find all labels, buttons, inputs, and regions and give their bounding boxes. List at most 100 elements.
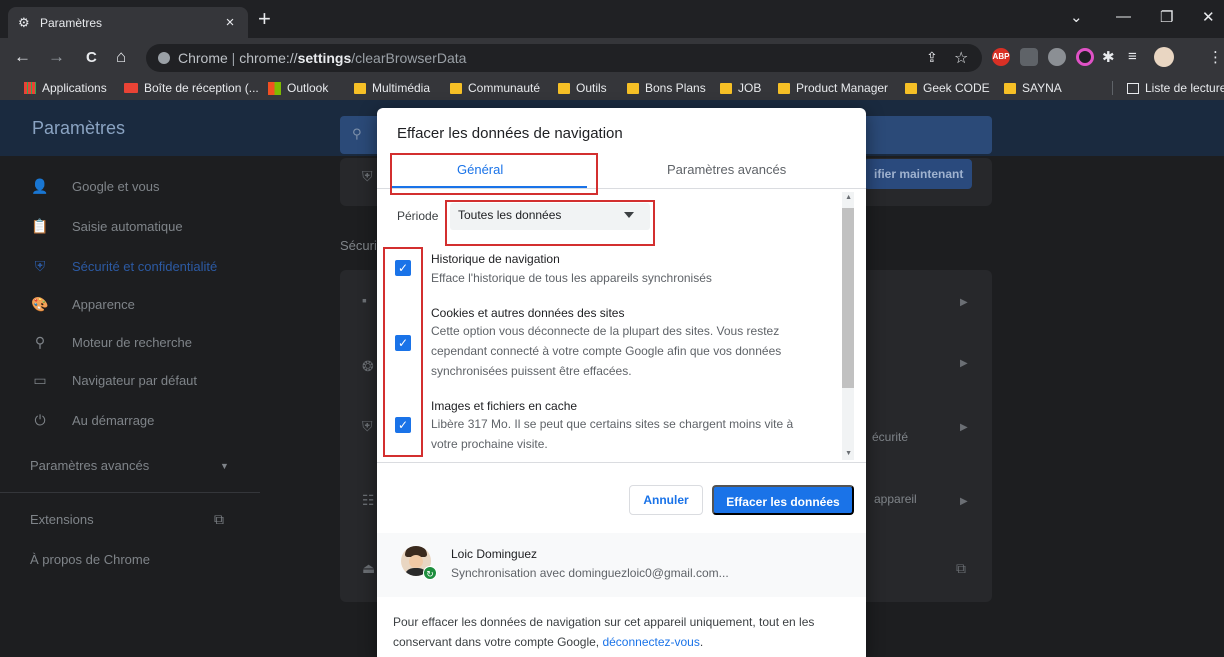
gear-icon: ⚙ (18, 14, 30, 30)
cookie-icon: ❂ (362, 358, 374, 374)
profile-avatar[interactable] (1154, 47, 1174, 67)
sidebar-item-default-browser[interactable]: ▭ Navigateur par défaut (30, 372, 197, 389)
bookmark-label: JOB (738, 81, 762, 95)
extensions-puzzle-icon[interactable]: ✱ (1102, 48, 1115, 66)
sidebar-item-about[interactable]: À propos de Chrome (30, 552, 150, 567)
forward-button[interactable]: → (48, 47, 65, 67)
sidebar-item-startup[interactable]: ⏻ Au démarrage (30, 412, 154, 429)
sliders-icon: ☷ (362, 492, 375, 508)
trash-icon: ▪ (362, 292, 367, 308)
sidebar-item-label: Extensions (30, 512, 94, 527)
cookies-checkbox[interactable]: ✓ (395, 335, 411, 351)
address-bar[interactable]: Chrome | chrome:// settings /clearBrowse… (146, 44, 982, 72)
bookmark-folder-product-manager[interactable]: Product Manager (778, 81, 888, 95)
sidebar-item-extensions[interactable]: Extensions ⧉ (30, 511, 230, 527)
sidebar-item-appearance[interactable]: 🎨 Apparence (30, 296, 135, 313)
cache-checkbox[interactable]: ✓ (395, 417, 411, 433)
bookmark-outlook[interactable]: Outlook (268, 81, 328, 95)
face-extension-icon[interactable] (1048, 48, 1066, 66)
sign-out-note: Pour effacer les données de navigation s… (393, 612, 848, 652)
highlight-frame-period (445, 200, 655, 246)
scroll-down-icon[interactable]: ▼ (845, 450, 852, 457)
sidebar-item-autofill[interactable]: 📋 Saisie automatique (30, 218, 182, 235)
sign-out-link[interactable]: déconnectez-vous (602, 635, 699, 649)
sidebar-item-google[interactable]: 👤 Google et vous (30, 178, 159, 195)
bookmark-label: Outils (576, 81, 607, 95)
new-tab-button[interactable]: + (258, 8, 271, 30)
bookmark-folder-outils[interactable]: Outils (558, 81, 607, 95)
tab-close-button[interactable]: × (222, 14, 238, 31)
footer-divider (377, 462, 866, 463)
folder-icon (905, 82, 917, 94)
bookmark-folder-geek-code[interactable]: Geek CODE (905, 81, 990, 95)
bookmark-folder-sayna[interactable]: SAYNA (1004, 81, 1062, 95)
shield-icon: ⛨ (34, 258, 46, 274)
folder-icon (450, 82, 462, 94)
microsoft-icon (268, 81, 281, 95)
tab-settings[interactable]: ⚙ Paramètres × (8, 7, 248, 38)
adblock-extension-icon[interactable]: ABP (992, 48, 1010, 66)
gmail-icon (124, 83, 138, 93)
dialog-title: Effacer les données de navigation (397, 125, 623, 142)
bookmark-star-icon[interactable]: ☆ (954, 48, 968, 68)
note-end: . (699, 635, 704, 649)
color-extension-icon[interactable] (1076, 48, 1094, 66)
search-icon: ⚲ (352, 126, 362, 141)
sidebar-item-label: Navigateur par défaut (72, 373, 198, 388)
browser-icon: ▭ (33, 372, 47, 388)
cancel-button[interactable]: Annuler (629, 485, 703, 515)
account-section (377, 533, 866, 597)
sidebar-item-advanced[interactable]: Paramètres avancés ▼ (30, 458, 230, 473)
bookmark-gmail[interactable]: Boîte de réception (... (124, 81, 259, 95)
shield-check-icon: ⛨ (362, 168, 373, 184)
share-icon[interactable]: ⇪ (926, 49, 938, 66)
history-checkbox[interactable]: ✓ (395, 260, 411, 276)
chevron-right-icon: ▶ (960, 358, 968, 369)
sidebar-item-label: Paramètres avancés (30, 458, 150, 473)
bookmark-label: Bons Plans (645, 81, 706, 95)
bookmark-folder-multimedia[interactable]: Multimédia (354, 81, 430, 95)
check-now-button[interactable]: ifier maintenant (864, 159, 972, 189)
chrome-menu-icon[interactable]: ⋮ (1208, 48, 1223, 66)
bookmark-applications[interactable]: Applications (24, 81, 107, 95)
tab-search-icon[interactable]: ⌄ (1070, 8, 1083, 26)
bookmark-label: Product Manager (796, 81, 889, 95)
url-path: settings (297, 50, 352, 66)
bookmark-label: Multimédia (372, 81, 431, 95)
sidebar-item-search-engine[interactable]: ⚲ Moteur de recherche (30, 334, 192, 351)
sidebar-item-security[interactable]: ⛨ Sécurité et confidentialité (30, 258, 218, 275)
sidebar-item-label: Apparence (72, 297, 135, 312)
tab-advanced[interactable]: Paramètres avancés (667, 162, 786, 177)
person-icon: 👤 (31, 178, 49, 194)
scrollbar-thumb[interactable] (842, 208, 854, 388)
tab-strip: ⚙ Paramètres × + ⌄ — ❐ ✕ (0, 0, 1224, 38)
scroll-up-icon[interactable]: ▲ (845, 194, 852, 201)
bookmark-folder-job[interactable]: JOB (720, 81, 761, 95)
media-control-icon[interactable]: ≡ (1128, 48, 1137, 65)
sidebar-item-label: Google et vous (72, 179, 160, 194)
bookmark-label: Geek CODE (923, 81, 990, 95)
palette-icon: 🎨 (31, 296, 49, 312)
clear-browsing-data-dialog: Effacer les données de navigation Généra… (377, 108, 866, 657)
bookmark-reading-list[interactable]: Liste de lecture (1112, 81, 1224, 95)
clear-data-button[interactable]: Effacer les données (712, 485, 854, 515)
chevron-right-icon: ▶ (960, 496, 968, 507)
minimize-button[interactable]: — (1116, 8, 1131, 25)
power-icon: ⏻ (34, 412, 46, 428)
window-close-button[interactable]: ✕ (1202, 8, 1215, 26)
home-button[interactable]: ⌂ (116, 47, 126, 67)
url-separator: | (227, 50, 240, 66)
device-row-label: appareil (874, 492, 917, 506)
cookies-title: Cookies et autres données des sites (431, 306, 625, 320)
bookmark-folder-bons-plans[interactable]: Bons Plans (627, 81, 706, 95)
pdf-extension-icon[interactable] (1020, 48, 1038, 66)
restore-button[interactable]: ❐ (1160, 8, 1173, 26)
reload-button[interactable]: C (86, 49, 97, 66)
sidebar-item-label: Sécurité et confidentialité (72, 259, 218, 274)
folder-icon (778, 82, 790, 94)
open-in-new-icon: ⧉ (214, 511, 224, 527)
back-button[interactable]: ← (14, 47, 31, 67)
folder-icon (354, 82, 366, 94)
folder-icon (1004, 82, 1016, 94)
bookmark-folder-communaute[interactable]: Communauté (450, 81, 540, 95)
